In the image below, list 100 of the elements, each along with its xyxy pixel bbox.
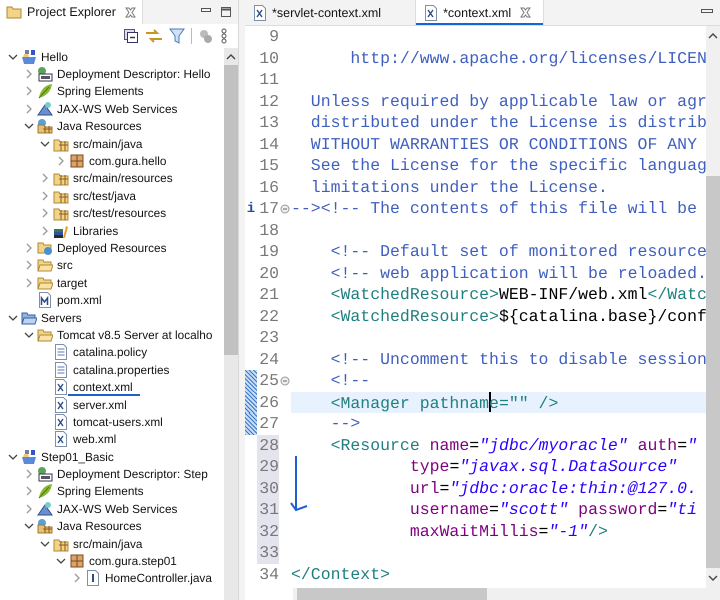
line-number: 11 bbox=[258, 69, 279, 90]
webservice-icon bbox=[37, 100, 53, 117]
expand-chevron-icon[interactable] bbox=[40, 190, 50, 201]
tree-item[interactable]: Spring Elements bbox=[56, 84, 144, 98]
line-number: 26 bbox=[258, 392, 279, 413]
scroll-up-icon[interactable] bbox=[226, 53, 236, 61]
scrollbar[interactable] bbox=[706, 26, 720, 588]
code-line: distributed under the License is distrib bbox=[310, 113, 706, 132]
scroll-thumb[interactable] bbox=[706, 176, 720, 568]
folder-icon bbox=[37, 326, 53, 343]
collapse-chevron-icon[interactable] bbox=[40, 138, 50, 149]
minimize-icon[interactable] bbox=[700, 8, 714, 16]
tree-item[interactable]: catalina.policy bbox=[72, 345, 148, 360]
scrollbar[interactable] bbox=[293, 588, 720, 600]
line-number: 34 bbox=[258, 564, 279, 585]
tree-item[interactable]: src/test/resources bbox=[72, 206, 166, 220]
tree-item[interactable]: Deployed Resources bbox=[56, 240, 167, 255]
hand-drawn-arrow bbox=[289, 454, 309, 514]
folder-icon bbox=[21, 310, 37, 326]
tree-item[interactable]: Java Resources bbox=[56, 119, 142, 134]
expand-chevron-icon[interactable] bbox=[24, 278, 34, 288]
scroll-thumb[interactable] bbox=[297, 588, 487, 600]
expand-chevron-icon[interactable] bbox=[24, 469, 34, 480]
code-line: <!-- web application will be reloaded. bbox=[330, 264, 706, 282]
webservice-icon bbox=[37, 500, 53, 517]
tree-item[interactable]: Tomcat v8.5 Server at localho bbox=[56, 328, 212, 342]
tree-item[interactable]: com.gura.hello bbox=[88, 154, 166, 168]
tree-item[interactable]: context.xml bbox=[72, 380, 133, 394]
tree-item[interactable]: com.gura.step01 bbox=[88, 554, 177, 568]
collapse-chevron-icon[interactable] bbox=[8, 312, 18, 323]
editor-tab[interactable]: *context.xml bbox=[416, 0, 544, 25]
expand-chevron-icon[interactable] bbox=[24, 104, 34, 114]
expand-chevron-icon[interactable] bbox=[24, 260, 34, 270]
filter-icon[interactable] bbox=[169, 28, 185, 44]
tree-item[interactable]: Deployment Descriptor: Step bbox=[56, 467, 208, 482]
collapse-chevron-icon[interactable] bbox=[40, 538, 50, 549]
expand-chevron-icon[interactable] bbox=[40, 208, 50, 218]
fold-minus-icon[interactable] bbox=[280, 204, 290, 214]
scrollbar[interactable] bbox=[224, 48, 238, 600]
fold-minus-icon[interactable] bbox=[280, 376, 290, 386]
tree-item[interactable]: HomeController.java bbox=[104, 571, 212, 586]
tree-item[interactable]: catalina.properties bbox=[72, 362, 170, 377]
expand-chevron-icon[interactable] bbox=[24, 486, 34, 496]
collapse-chevron-icon[interactable] bbox=[56, 556, 66, 566]
collapse-chevron-icon[interactable] bbox=[24, 521, 34, 532]
code-line: --> bbox=[330, 414, 360, 433]
expand-chevron-icon[interactable] bbox=[24, 504, 34, 514]
view-tab[interactable]: Project Explorer bbox=[0, 0, 143, 24]
code-line: http://www.apache.org/licenses/LICEN bbox=[349, 48, 706, 68]
maximize-icon[interactable] bbox=[220, 6, 232, 18]
expand-chevron-icon[interactable] bbox=[24, 86, 34, 96]
tree-item[interactable]: pom.xml bbox=[56, 293, 102, 308]
line-number: 9 bbox=[268, 26, 279, 48]
code-line: WITHOUT WARRANTIES OR CONDITIONS OF ANY bbox=[310, 134, 697, 154]
scroll-up-icon[interactable] bbox=[708, 32, 718, 40]
code-line: --><!-- The contents of this file will be bbox=[291, 199, 697, 218]
expand-chevron-icon[interactable] bbox=[24, 242, 34, 253]
tree-item[interactable]: JAX-WS Web Services bbox=[56, 502, 178, 516]
folder-icon bbox=[37, 257, 53, 274]
collapse-chevron-icon[interactable] bbox=[8, 52, 18, 62]
xml-file-icon bbox=[54, 414, 68, 430]
tree-item[interactable]: Spring Elements bbox=[56, 484, 144, 498]
tree-item[interactable]: Libraries bbox=[72, 224, 118, 238]
expand-chevron-icon[interactable] bbox=[72, 573, 82, 584]
tree-item[interactable]: JAX-WS Web Services bbox=[56, 102, 178, 116]
collapse-chevron-icon[interactable] bbox=[24, 330, 34, 340]
scroll-down-icon[interactable] bbox=[708, 574, 718, 582]
tree-item[interactable]: src/test/java bbox=[72, 188, 136, 203]
code-line: </Context> bbox=[291, 564, 390, 584]
line-number: 32 bbox=[257, 520, 279, 542]
expand-chevron-icon[interactable] bbox=[40, 226, 50, 236]
tree-item[interactable]: tomcat-users.xml bbox=[72, 414, 163, 429]
tree-item[interactable]: Servers bbox=[40, 310, 82, 325]
expand-chevron-icon[interactable] bbox=[40, 173, 50, 184]
link-arrows-icon[interactable] bbox=[145, 28, 163, 44]
tree-item[interactable]: Step01_Basic bbox=[40, 450, 114, 464]
collapse-chevron-icon[interactable] bbox=[8, 452, 18, 462]
collapse-all-icon[interactable] bbox=[123, 28, 139, 44]
tree-item[interactable]: src/main/java bbox=[72, 536, 142, 551]
java-resources-icon bbox=[37, 518, 53, 534]
line-number: 23 bbox=[258, 327, 279, 348]
expand-chevron-icon[interactable] bbox=[56, 156, 66, 166]
tree-item[interactable]: Hello bbox=[40, 50, 68, 64]
code-line: Unless required by applicable law or agr bbox=[310, 92, 706, 110]
close-icon[interactable] bbox=[520, 7, 532, 18]
tree-item[interactable]: target bbox=[56, 276, 88, 290]
expand-chevron-icon[interactable] bbox=[24, 69, 34, 80]
tree-item[interactable]: Java Resources bbox=[56, 519, 142, 534]
tree-item[interactable]: web.xml bbox=[72, 432, 116, 446]
collapse-chevron-icon[interactable] bbox=[24, 121, 34, 132]
xml-file-icon bbox=[54, 379, 68, 396]
tree-item[interactable]: server.xml bbox=[72, 398, 127, 412]
close-icon[interactable] bbox=[124, 6, 136, 18]
tree-item[interactable]: src/main/java bbox=[72, 136, 142, 151]
xml-file-icon bbox=[54, 431, 68, 448]
view-menu-icon[interactable] bbox=[220, 28, 228, 44]
tree-item[interactable]: src bbox=[56, 258, 73, 272]
tree-item[interactable]: Deployment Descriptor: Hello bbox=[56, 67, 210, 82]
tree-item[interactable]: src/main/resources bbox=[72, 171, 173, 186]
scroll-thumb[interactable] bbox=[224, 65, 238, 355]
